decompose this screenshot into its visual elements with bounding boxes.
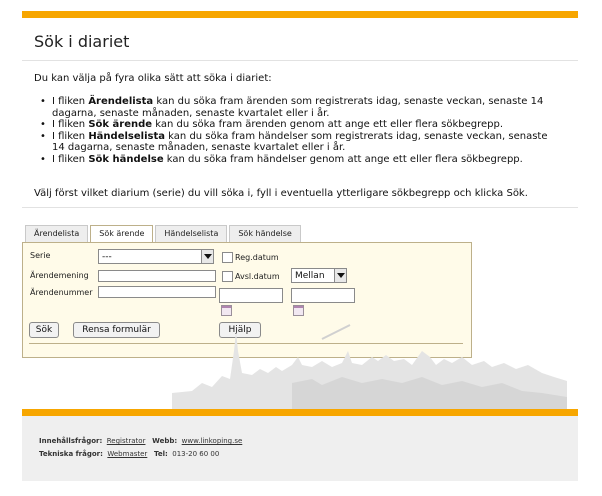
item-text: I fliken bbox=[52, 153, 89, 165]
web-label: Webb: bbox=[152, 437, 178, 445]
tel-value: 013-20 60 00 bbox=[172, 450, 220, 458]
footer-row-tech: Tekniska frågor: Webmaster Tel: 013-20 6… bbox=[39, 450, 219, 458]
search-button[interactable]: Sök bbox=[29, 322, 59, 338]
instructions-text: Välj först vilket diarium (serie) du vil… bbox=[34, 188, 528, 199]
item-bold: Sök ärende bbox=[88, 119, 153, 130]
arendemening-label: Ärendemening bbox=[30, 271, 89, 280]
item-text: kan du söka fram händelser genom att ang… bbox=[163, 153, 523, 165]
date-to-input[interactable] bbox=[291, 288, 355, 303]
methods-list: I fliken Ärendelista kan du söka fram är… bbox=[36, 96, 556, 165]
item-text: kan du söka fram ärenden genom att ange … bbox=[152, 119, 504, 130]
page-container: Sök i diariet Du kan välja på fyra olika… bbox=[22, 11, 578, 481]
webmaster-link[interactable]: Webmaster bbox=[107, 450, 147, 458]
item-text: I fliken bbox=[52, 119, 89, 130]
reg-datum-checkbox[interactable] bbox=[222, 252, 233, 263]
chevron-down-icon bbox=[201, 250, 213, 263]
item-text: I fliken bbox=[52, 130, 89, 142]
page-title: Sök i diariet bbox=[34, 32, 130, 51]
divider bbox=[22, 207, 578, 208]
website-link[interactable]: www.linkoping.se bbox=[182, 437, 243, 445]
serie-select-value: --- bbox=[102, 252, 112, 262]
arendenummer-input[interactable] bbox=[98, 286, 216, 298]
tel-label: Tel: bbox=[154, 450, 168, 458]
footer: Innehållsfrågor: Registrator Webb: www.l… bbox=[22, 416, 578, 481]
item-text: I fliken bbox=[52, 96, 89, 107]
date-range-select[interactable]: Mellan bbox=[291, 268, 347, 283]
chevron-down-icon bbox=[334, 269, 346, 282]
avsl-datum-checkbox[interactable] bbox=[222, 271, 233, 282]
content-questions-label: Innehållsfrågor: bbox=[39, 437, 103, 445]
date-from-input[interactable] bbox=[219, 288, 283, 303]
reg-datum-label: Reg.datum bbox=[235, 253, 279, 262]
tab-bar: Ärendelista Sök ärende Händelselista Sök… bbox=[25, 225, 303, 243]
tab-sok-handelse[interactable]: Sök händelse bbox=[229, 225, 301, 242]
tab-arendelista[interactable]: Ärendelista bbox=[25, 225, 89, 242]
serie-label: Serie bbox=[30, 251, 51, 260]
top-accent-bar bbox=[22, 11, 578, 18]
tab-handelselista[interactable]: Händelselista bbox=[155, 225, 228, 242]
reset-form-button[interactable]: Rensa formulär bbox=[73, 322, 160, 338]
calendar-icon[interactable] bbox=[221, 305, 232, 316]
serie-select[interactable]: --- bbox=[98, 249, 214, 264]
arendemening-input[interactable] bbox=[98, 270, 216, 282]
registrator-link[interactable]: Registrator bbox=[107, 437, 146, 445]
list-item: I fliken Ärendelista kan du söka fram är… bbox=[36, 96, 556, 119]
item-bold: Sök händelse bbox=[88, 153, 164, 165]
item-bold: Händelselista bbox=[88, 130, 165, 142]
list-item: I fliken Händelselista kan du söka fram … bbox=[36, 131, 556, 154]
city-skyline-illustration bbox=[172, 324, 567, 411]
list-item: I fliken Sök ärende kan du söka fram äre… bbox=[36, 119, 556, 131]
tab-sok-arende[interactable]: Sök ärende bbox=[90, 225, 154, 243]
arendenummer-label: Ärendenummer bbox=[30, 288, 93, 297]
bottom-accent-bar bbox=[22, 409, 578, 416]
footer-row-content: Innehållsfrågor: Registrator Webb: www.l… bbox=[39, 437, 242, 445]
intro-text: Du kan välja på fyra olika sätt att söka… bbox=[34, 73, 272, 84]
tech-questions-label: Tekniska frågor: bbox=[39, 450, 103, 458]
avsl-datum-label: Avsl.datum bbox=[235, 272, 280, 281]
item-bold: Ärendelista bbox=[88, 96, 154, 107]
date-range-value: Mellan bbox=[295, 271, 325, 281]
divider bbox=[22, 60, 578, 61]
list-item: I fliken Sök händelse kan du söka fram h… bbox=[36, 154, 556, 166]
calendar-icon[interactable] bbox=[293, 305, 304, 316]
